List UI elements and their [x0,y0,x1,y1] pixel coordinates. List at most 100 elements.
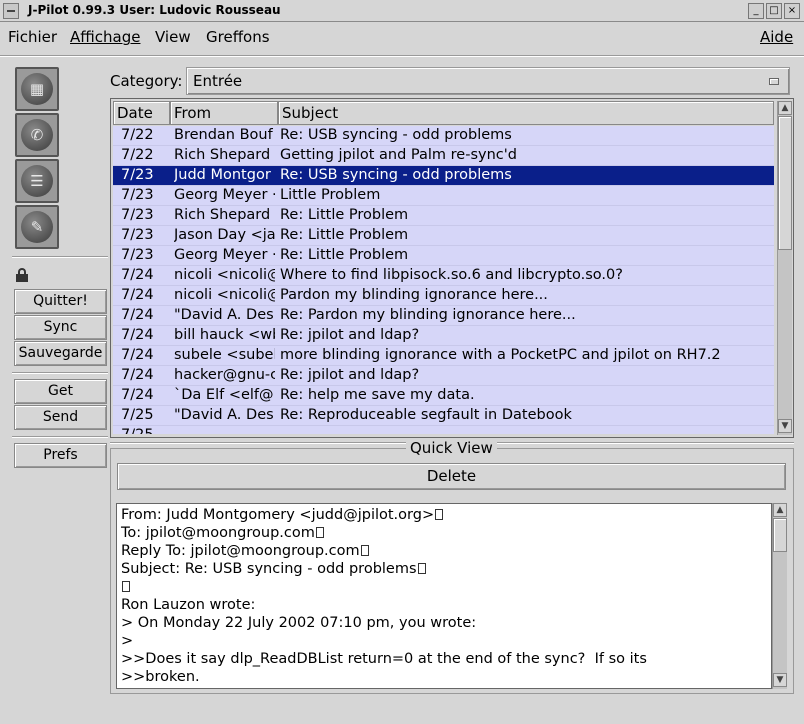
memo-button[interactable]: ✎ [15,205,59,249]
todo-button[interactable]: ☰ [15,159,59,203]
cell-date: 7/22 [121,127,154,143]
cell-subject: Where to find libpisock.so.6 and libcryp… [280,267,623,283]
window-menu-icon[interactable] [3,3,19,19]
preview-scroll-down-icon[interactable]: ▼ [773,673,787,687]
quit-button[interactable]: Quitter! [14,289,107,314]
cell-date: 7/24 [121,267,154,283]
table-row[interactable]: 7/24 `Da Elf <elf@ Re: help me save my dat… [113,386,774,406]
table-row[interactable]: 7/24 subele <subel more blinding ignorance… [113,346,774,366]
cell-subject: Getting jpilot and Palm re-sync'd [280,147,517,163]
cell-date: 7/25 [121,426,173,434]
scroll-thumb[interactable] [778,116,792,250]
table-row[interactable]: 7/23 Rich Shepard Re: Little Problem [113,206,774,226]
preview-line: > [121,632,767,650]
table-header: Date From Subject [113,101,774,125]
prefs-button[interactable]: Prefs [14,443,107,468]
preview-line: Subject: Re: USB syncing - odd problems [121,560,767,578]
cell-from: Rich Shepard [174,147,271,163]
table-row[interactable]: 7/22 Rich Shepard Getting jpilot and Palm … [113,146,774,166]
table-row[interactable]: 7/25 [113,426,774,434]
title-bar: J-Pilot 0.99.3 User: Ludovic Rousseau _ … [0,0,804,22]
column-header-from[interactable]: From [170,101,278,125]
cell-subject: Re: Pardon my blinding ignorance here... [280,307,576,323]
send-button[interactable]: Send [14,405,107,430]
menu-affichage[interactable]: Affichage [70,28,140,46]
preview-scroll-thumb[interactable] [773,518,787,552]
table-row[interactable]: 7/25 "David A. Des Re: Reproduceable segfa… [113,406,774,426]
preview-line-text: > On Monday 22 July 2002 07:10 pm, you w… [121,615,477,631]
carriage-return-icon [360,545,369,556]
close-button[interactable]: × [784,3,800,19]
cell-from: nicoli <nicoli@ [174,287,275,303]
cell-date: 7/23 [121,227,154,243]
table-row[interactable]: 7/24 bill hauck <wb Re: jpilot and ldap? [113,326,774,346]
preview-line: >>Does it say dlp_ReadDBList return=0 at… [121,650,767,668]
lock-icon[interactable] [16,268,28,282]
table-row[interactable]: 7/24 "David A. Des Re: Pardon my blinding … [113,306,774,326]
preview-line: >>broken. [121,668,767,686]
cell-subject: Re: Little Problem [280,227,409,243]
column-header-date[interactable]: Date [113,101,170,125]
preview-scroll-up-icon[interactable]: ▲ [773,503,787,517]
preview-line-text: >>Does it say dlp_ReadDBList return=0 at… [121,651,647,667]
cell-from: "David A. Des [174,407,274,423]
cell-subject: Re: Reproduceable segfault in Datebook [280,407,572,423]
quick-view-label: Quick View [406,439,497,457]
maximize-button[interactable]: □ [766,3,782,19]
preview-scrollbar[interactable]: ▲ ▼ [772,503,787,689]
preview-line-text: Reply To: jpilot@moongroup.com [121,543,360,559]
button-group-separator [12,372,108,374]
preview-line: Ron Lauzon wrote: [121,596,767,614]
preview-line: > On Monday 22 July 2002 07:10 pm, you w… [121,614,767,632]
address-button[interactable]: ✆ [15,113,59,157]
preview-line-text: Subject: Re: USB syncing - odd problems [121,561,417,577]
menu-aide[interactable]: Aide [760,28,793,46]
cell-from: bill hauck <wb [174,327,275,343]
menu-view[interactable]: View [155,28,191,46]
table-row[interactable]: 7/24 nicoli <nicoli@ Where to find libpiso… [113,266,774,286]
cell-from: nicoli <nicoli@ [174,267,275,283]
cell-from: subele <subel [174,347,275,363]
column-header-subject[interactable]: Subject [278,101,774,125]
scroll-up-icon[interactable]: ▲ [778,101,792,115]
cell-subject: Re: Little Problem [280,207,409,223]
backup-button[interactable]: Sauvegarde [14,341,107,366]
sync-button[interactable]: Sync [14,315,107,340]
cell-date: 7/23 [121,167,154,183]
table-row[interactable]: 7/23 Georg Meyer · Little Problem [113,186,774,206]
get-button[interactable]: Get [14,379,107,404]
table-row[interactable]: 7/24 nicoli <nicoli@ Pardon my blinding ig… [113,286,774,306]
menu-fichier[interactable]: Fichier [8,28,57,46]
delete-button[interactable]: Delete [117,463,786,490]
cell-subject: Re: Little Problem [280,247,409,263]
cell-subject [280,426,774,434]
datebook-button[interactable]: ▦ [15,67,59,111]
minimize-button[interactable]: _ [748,3,764,19]
category-select[interactable]: Entrée [186,67,790,95]
preview-line-text: >>broken. [121,669,200,685]
carriage-return-icon [435,509,444,520]
scroll-down-icon[interactable]: ▼ [778,419,792,433]
table-row[interactable]: 7/23 Jason Day <ja Re: Little Problem [113,226,774,246]
cell-date: 7/24 [121,387,154,403]
cell-from: Jason Day <ja [174,227,275,243]
window-title: J-Pilot 0.99.3 User: Ludovic Rousseau [28,3,281,17]
menu-greffons[interactable]: Greffons [206,28,270,46]
toolbar-separator [12,256,108,258]
table-scrollbar[interactable]: ▲ ▼ [777,101,792,435]
cell-date: 7/25 [121,407,154,423]
cell-from: hacker@gnu-c [174,367,275,383]
table-row[interactable]: 7/23 Judd Montgor Re: USB syncing - odd pr… [113,166,774,186]
cell-date: 7/24 [121,287,154,303]
table-row[interactable]: 7/22 Brendan Bouf Re: USB syncing - odd pr… [113,126,774,146]
dropdown-indicator-icon [769,78,779,85]
button-group-separator-2 [12,436,108,438]
message-preview[interactable]: From: Judd Montgomery <judd@jpilot.org> T… [116,503,772,689]
cell-date: 7/23 [121,187,154,203]
preview-line-text: Ron Lauzon wrote: [121,597,256,613]
table-row[interactable]: 7/24 hacker@gnu-c Re: jpilot and ldap? [113,366,774,386]
cell-from: Georg Meyer · [174,247,275,263]
cell-subject: Pardon my blinding ignorance here... [280,287,548,303]
carriage-return-icon [315,527,324,538]
table-row[interactable]: 7/23 Georg Meyer · Re: Little Problem [113,246,774,266]
